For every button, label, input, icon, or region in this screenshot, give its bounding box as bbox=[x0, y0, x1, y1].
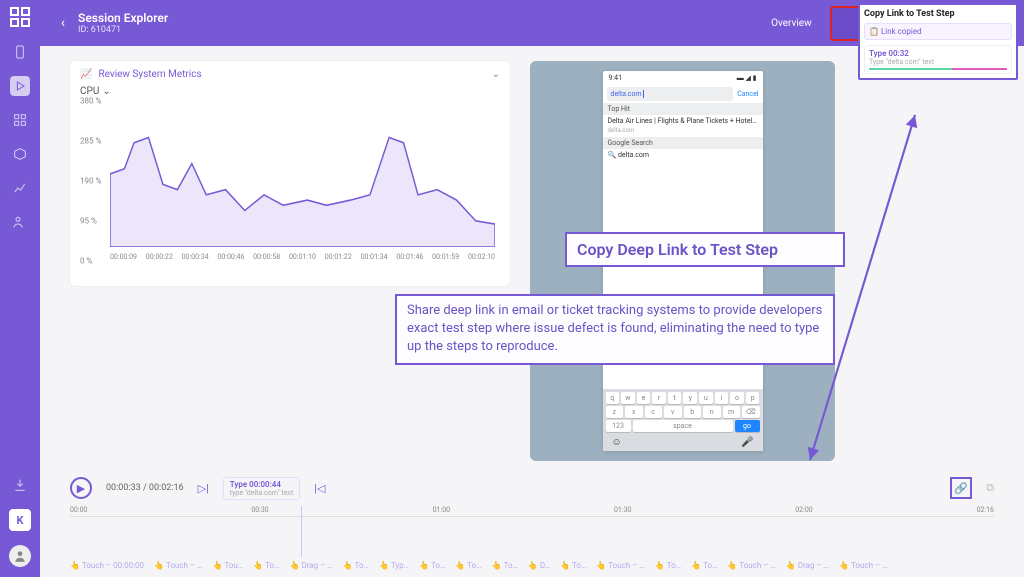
playback-time: 00:00:33 / 00:02:16 bbox=[106, 483, 184, 493]
interaction-item[interactable]: 👆Touch – 00:00:00 bbox=[70, 561, 144, 570]
interaction-item[interactable]: 👆D… bbox=[528, 561, 550, 570]
interaction-item[interactable]: 👆Touch – … bbox=[727, 561, 776, 570]
collapse-icon[interactable]: ⌄ bbox=[492, 69, 500, 80]
y-tick: 0 % bbox=[80, 257, 92, 266]
brand-logo bbox=[9, 6, 31, 28]
interaction-item[interactable]: 👆Touch – … bbox=[839, 561, 888, 570]
x-axis: 00:00:0900:00:2200:00:3400:00:4600:00:58… bbox=[110, 253, 495, 261]
interaction-item[interactable]: 👆To… bbox=[253, 561, 279, 570]
key[interactable]: t bbox=[668, 392, 682, 404]
export-icon[interactable]: ⧉ bbox=[986, 481, 994, 495]
link-copied-pill: 📋 Link copied bbox=[864, 23, 1012, 40]
key[interactable]: i bbox=[715, 392, 729, 404]
metrics-card: 📈 Review System Metrics ⌄ CPU⌄ 380 % 285… bbox=[70, 61, 510, 286]
page-title: Session Explorer ID: 610471 bbox=[78, 11, 168, 35]
popover-step[interactable]: Type 00:32 Type "delta.com" text bbox=[864, 45, 1012, 74]
interaction-item[interactable]: 👆To… bbox=[655, 561, 681, 570]
interaction-item[interactable]: 👆To… bbox=[419, 561, 445, 570]
nav-device-icon[interactable] bbox=[10, 42, 30, 62]
key[interactable]: n bbox=[703, 406, 721, 418]
key-123[interactable]: 123 bbox=[606, 420, 631, 432]
nav-analytics-icon[interactable] bbox=[10, 178, 30, 198]
brand-badge[interactable]: K bbox=[9, 509, 31, 531]
back-button[interactable]: ‹ bbox=[54, 15, 72, 31]
google-item[interactable]: 🔍 delta.com bbox=[603, 149, 763, 161]
prev-step-icon[interactable]: ▷| bbox=[198, 482, 209, 495]
playhead[interactable] bbox=[301, 506, 302, 557]
key[interactable]: v bbox=[664, 406, 682, 418]
cancel-button[interactable]: Cancel bbox=[737, 90, 758, 98]
copy-link-button[interactable]: 🔗 bbox=[950, 477, 972, 499]
key[interactable]: w bbox=[621, 392, 635, 404]
top-hit-sub: delta.com bbox=[603, 127, 763, 137]
interaction-item[interactable]: 👆Drag – … bbox=[289, 561, 332, 570]
interaction-item[interactable]: 👆To… bbox=[343, 561, 369, 570]
key[interactable]: c bbox=[645, 406, 663, 418]
content: 📈 Review System Metrics ⌄ CPU⌄ 380 % 285… bbox=[40, 46, 1024, 577]
section-google: Google Search bbox=[603, 137, 763, 149]
status-icons: ▬ ◢ ▮ bbox=[737, 74, 757, 82]
interaction-track: 👆Touch – 00:00:00 👆Touch – … 👆Tou… 👆To… 👆Dra… bbox=[70, 561, 994, 570]
key[interactable]: q bbox=[606, 392, 620, 404]
key[interactable]: ⌫ bbox=[742, 406, 760, 418]
popover-title: Copy Link to Test Step bbox=[864, 9, 1012, 19]
next-step-icon[interactable]: |◁ bbox=[314, 482, 325, 495]
mic-icon[interactable]: 🎤 bbox=[741, 437, 753, 448]
cpu-chart: 380 % 285 % 190 % 95 % 0 % 00:00:0900:00… bbox=[80, 101, 500, 261]
metrics-title: Review System Metrics bbox=[98, 69, 201, 80]
y-tick: 285 % bbox=[80, 137, 101, 146]
section-top-hit: Top Hit bbox=[603, 103, 763, 115]
y-tick: 190 % bbox=[80, 177, 101, 186]
interaction-item[interactable]: 👆Drag – … bbox=[786, 561, 829, 570]
download-icon[interactable] bbox=[10, 475, 30, 495]
callout-body: Share deep link in email or ticket track… bbox=[395, 294, 835, 365]
key[interactable]: b bbox=[684, 406, 702, 418]
key[interactable]: m bbox=[723, 406, 741, 418]
interaction-item[interactable]: 👆Typ… bbox=[379, 561, 409, 570]
key[interactable]: z bbox=[606, 406, 624, 418]
device-time: 9:41 bbox=[609, 74, 623, 82]
interaction-item[interactable]: 👆Touch – … bbox=[596, 561, 645, 570]
player-bar: ▶ 00:00:33 / 00:02:16 ▷| Type 00:00:44 t… bbox=[70, 471, 994, 505]
callout-title: Copy Deep Link to Test Step bbox=[565, 232, 845, 267]
y-tick: 95 % bbox=[80, 217, 97, 226]
key[interactable]: o bbox=[730, 392, 744, 404]
copy-link-popover: Copy Link to Test Step 📋 Link copied Typ… bbox=[858, 3, 1018, 80]
key-space[interactable]: space bbox=[633, 420, 733, 432]
play-button[interactable]: ▶ bbox=[70, 477, 92, 499]
timeline[interactable]: 00:0000:3001:0001:3002:0002:16 bbox=[70, 506, 994, 517]
keyboard: qwertyuiop zxcvbnm⌫ 123 space go ☺ 🎤 bbox=[603, 389, 763, 451]
interaction-item[interactable]: 👆To… bbox=[492, 561, 518, 570]
nav-box-icon[interactable] bbox=[10, 144, 30, 164]
key[interactable]: y bbox=[683, 392, 697, 404]
key[interactable]: u bbox=[699, 392, 713, 404]
metric-selector[interactable]: CPU⌄ bbox=[80, 86, 500, 97]
interaction-item[interactable]: 👆To… bbox=[455, 561, 481, 570]
interaction-item[interactable]: 👆To… bbox=[691, 561, 717, 570]
nav-users-icon[interactable] bbox=[10, 212, 30, 232]
y-tick: 380 % bbox=[80, 97, 101, 106]
emoji-icon[interactable]: ☺ bbox=[612, 437, 622, 448]
interaction-item[interactable]: 👆To… bbox=[560, 561, 586, 570]
top-hit-item[interactable]: Delta Air Lines | Flights & Plane Ticket… bbox=[603, 115, 763, 127]
nav-sessions-icon[interactable] bbox=[10, 76, 30, 96]
key-go[interactable]: go bbox=[735, 420, 760, 432]
key[interactable]: x bbox=[625, 406, 643, 418]
tab-overview[interactable]: Overview bbox=[753, 12, 830, 35]
nav-grid-icon[interactable] bbox=[10, 110, 30, 130]
url-input[interactable]: delta.com​ bbox=[607, 87, 734, 101]
key[interactable]: p bbox=[746, 392, 760, 404]
chart-icon: 📈 bbox=[80, 69, 92, 80]
key[interactable]: e bbox=[637, 392, 651, 404]
key[interactable]: r bbox=[652, 392, 666, 404]
interaction-item[interactable]: 👆Touch – … bbox=[154, 561, 203, 570]
current-step-chip[interactable]: Type 00:00:44 type "delta.com" text bbox=[223, 477, 301, 500]
sidebar: K bbox=[0, 0, 40, 577]
avatar[interactable] bbox=[9, 545, 31, 567]
interaction-item[interactable]: 👆Tou… bbox=[213, 561, 244, 570]
